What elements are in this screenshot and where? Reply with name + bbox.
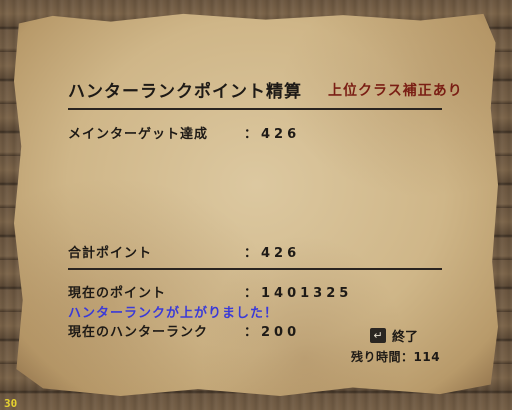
current-points-row: 現在のポイント ：1401325 <box>0 282 512 301</box>
remaining-time: 残り時間：114 <box>351 350 441 364</box>
current-points-label: 現在のポイント <box>68 286 167 301</box>
main-target-value: ：426 <box>244 127 301 142</box>
end-button-label: 終了 <box>392 329 419 345</box>
current-rank-row: 現在のハンターランク ：200 <box>0 321 360 340</box>
total-row: 合計ポイント ：426 <box>0 242 512 261</box>
end-button[interactable]: ↵ 終了 <box>370 326 419 345</box>
current-points-value: ：1401325 <box>244 286 353 301</box>
panel-title: ハンターランクポイント精算 <box>68 82 302 102</box>
total-label: 合計ポイント <box>68 246 153 261</box>
title-divider <box>68 108 442 110</box>
total-value: ：426 <box>244 246 301 261</box>
class-bonus-label: 上位クラス補正あり <box>328 83 463 99</box>
rank-up-message: ハンターランクが上がりました！ <box>68 306 279 321</box>
enter-key-icon: ↵ <box>370 327 386 343</box>
current-rank-value: ：200 <box>244 325 301 340</box>
main-target-label: メインターゲット達成 <box>68 127 209 142</box>
main-target-row: メインターゲット達成 ：426 <box>0 123 512 142</box>
current-rank-label: 現在のハンターランク <box>68 325 209 340</box>
fps-counter: 30 <box>4 397 18 410</box>
total-divider <box>68 268 442 270</box>
